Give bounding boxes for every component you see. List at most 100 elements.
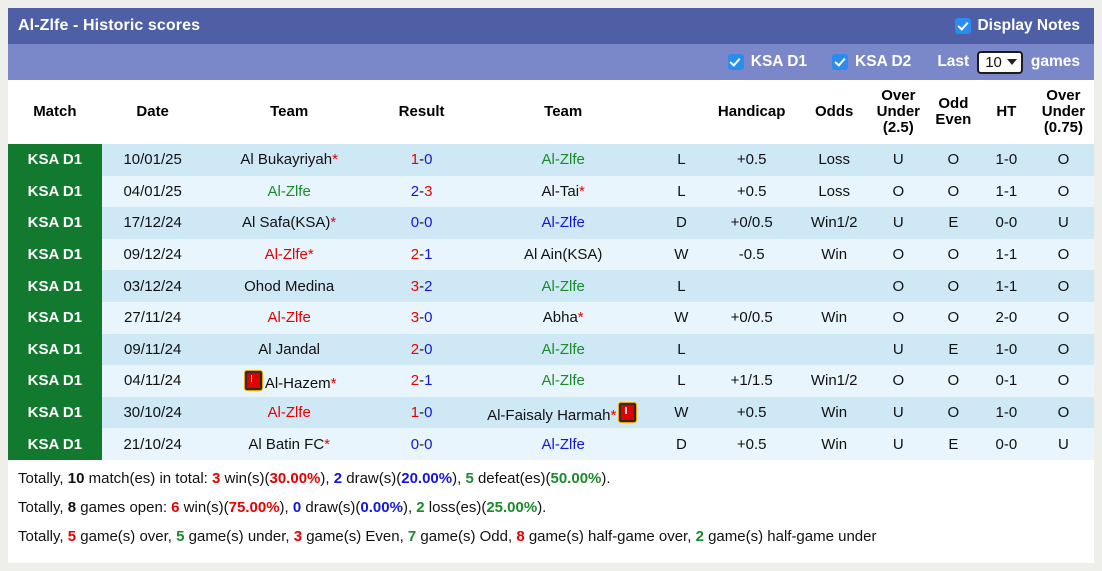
team-name[interactable]: Al-Zlfe [267, 309, 310, 326]
league-badge[interactable]: KSA D1 [8, 207, 102, 239]
home-team-cell[interactable]: Al-Zlfe [203, 175, 375, 208]
team-name[interactable]: Al-Zlfe [267, 183, 310, 200]
column-header-team-away[interactable]: Team [468, 80, 658, 144]
match-result[interactable]: 2-3 [374, 175, 469, 208]
column-header-date[interactable]: Date [101, 80, 204, 144]
table-row[interactable]: KSA D1 30/10/24 Al-Zlfe 1-0 Al-Faisaly Harma… [8, 396, 1094, 429]
home-team-cell[interactable]: Al Jandal [203, 333, 375, 366]
table-row[interactable]: KSA D1 03/12/24 Ohod Medina 3-2 Al-Zlfe L O O 1-… [8, 270, 1094, 302]
outcome-indicator: L [657, 333, 705, 366]
outcome-indicator: D [657, 428, 705, 460]
home-team-cell[interactable]: Al Safa(KSA)* [203, 207, 375, 239]
display-notes-checkbox[interactable] [956, 19, 971, 33]
column-header-handicap[interactable]: Handicap [704, 80, 799, 144]
handicap-value: +1/1.5 [704, 365, 799, 397]
odd-even-value: O [926, 175, 980, 208]
table-row[interactable]: KSA D1 21/10/24 Al Batin FC* 0-0 Al-Zlfe D +0.… [8, 428, 1094, 460]
summary-fragment: match(es) in total: [84, 469, 212, 487]
column-header-result[interactable]: Result [374, 80, 469, 144]
away-score: 0 [424, 404, 433, 422]
table-row[interactable]: KSA D1 04/11/24 Al-Hazem* 2-1 Al-Zlfe L +1/1.5… [8, 365, 1094, 397]
league-badge[interactable]: KSA D1 [8, 175, 102, 208]
home-team-cell[interactable]: Al Bukayriyah* [203, 144, 375, 176]
league-badge[interactable]: KSA D1 [8, 238, 102, 271]
column-header-odds[interactable]: Odds [798, 80, 870, 144]
team-name[interactable]: Al-Zlfe [542, 436, 585, 453]
summary-fragment: 6 [171, 498, 180, 516]
league-badge[interactable]: KSA D1 [8, 428, 102, 460]
away-team-cell[interactable]: Al-Zlfe [468, 207, 658, 239]
column-header-team-home[interactable]: Team [203, 80, 375, 144]
column-header-odd-even[interactable]: Odd Even [926, 80, 980, 144]
away-team-cell[interactable]: Abha* [468, 301, 658, 334]
away-team-cell[interactable]: Al-Faisaly Harmah* [468, 396, 658, 429]
filter-checkbox-ksa-d2[interactable] [833, 55, 848, 69]
team-name[interactable]: Al Batin FC* [248, 436, 330, 453]
odds-result: Win [798, 238, 870, 271]
table-row[interactable]: KSA D1 17/12/24 Al Safa(KSA)* 0-0 Al-Zlfe D +0… [8, 207, 1094, 239]
team-name[interactable]: Al-Zlfe [542, 214, 585, 231]
table-row[interactable]: KSA D1 10/01/25 Al Bukayriyah* 1-0 Al-Zlfe L +… [8, 144, 1094, 176]
team-name[interactable]: Al-Tai* [542, 183, 585, 200]
team-name[interactable]: Al-Zlfe [267, 404, 310, 421]
league-badge[interactable]: KSA D1 [8, 270, 102, 302]
summary-fragment: 20.00% [401, 469, 453, 487]
team-name[interactable]: Al Ain(KSA) [524, 246, 602, 263]
home-team-cell[interactable]: Al-Zlfe* [203, 238, 375, 271]
match-result[interactable]: 2-0 [374, 333, 469, 366]
away-team-cell[interactable]: Al-Zlfe [468, 365, 658, 397]
team-name[interactable]: Al Jandal [258, 341, 320, 358]
match-result[interactable]: 2-1 [374, 238, 469, 271]
team-name[interactable]: Abha* [543, 309, 584, 326]
team-name[interactable]: Al-Zlfe [542, 341, 585, 358]
summary-fragment: 0.00% [360, 498, 403, 516]
match-date: 21/10/24 [101, 428, 204, 460]
team-name[interactable]: Al-Zlfe [542, 278, 585, 295]
team-name[interactable]: Al-Faisaly Harmah* [487, 402, 639, 424]
column-header-match[interactable]: Match [8, 80, 102, 144]
away-team-cell[interactable]: Al-Zlfe [468, 270, 658, 302]
away-team-cell[interactable]: Al-Zlfe [468, 144, 658, 176]
team-name[interactable]: Al-Hazem* [242, 370, 337, 392]
away-team-cell[interactable]: Al-Tai* [468, 175, 658, 208]
league-badge[interactable]: KSA D1 [8, 365, 102, 397]
league-badge[interactable]: KSA D1 [8, 144, 102, 176]
table-row[interactable]: KSA D1 09/11/24 Al Jandal 2-0 Al-Zlfe L U E 1-0 O [8, 333, 1094, 366]
match-result[interactable]: 3-2 [374, 270, 469, 302]
filter-checkbox-ksa-d1[interactable] [728, 55, 743, 69]
column-header-ht[interactable]: HT [979, 80, 1033, 144]
team-name[interactable]: Ohod Medina [244, 278, 334, 295]
table-row[interactable]: KSA D1 04/01/25 Al-Zlfe 2-3 Al-Tai* L +0.5 Loss… [8, 175, 1094, 208]
away-team-cell[interactable]: Al-Zlfe [468, 333, 658, 366]
column-header-over-under-075[interactable]: Over Under (0.75) [1032, 80, 1094, 144]
games-count-select[interactable]: 10 [977, 50, 1023, 74]
home-score: 3 [410, 309, 420, 327]
match-result[interactable]: 2-1 [374, 365, 469, 397]
home-marker-asterisk: * [610, 406, 617, 424]
match-result[interactable]: 1-0 [374, 144, 469, 176]
match-result[interactable]: 0-0 [374, 428, 469, 460]
home-team-cell[interactable]: Al Batin FC* [203, 428, 375, 460]
match-result[interactable]: 1-0 [374, 396, 469, 429]
match-result[interactable]: 0-0 [374, 207, 469, 239]
league-badge[interactable]: KSA D1 [8, 301, 102, 334]
league-badge[interactable]: KSA D1 [8, 333, 102, 366]
oddeven-line1: Odd [938, 94, 969, 112]
away-team-cell[interactable]: Al Ain(KSA) [468, 238, 658, 271]
oddeven-line2: Even [935, 111, 972, 128]
league-badge[interactable]: KSA D1 [8, 396, 102, 429]
table-row[interactable]: KSA D1 09/12/24 Al-Zlfe* 2-1 Al Ain(KSA) W -0.… [8, 238, 1094, 271]
away-team-cell[interactable]: Al-Zlfe [468, 428, 658, 460]
home-team-cell[interactable]: Ohod Medina [203, 270, 375, 302]
team-name[interactable]: Al-Zlfe [542, 372, 585, 389]
team-name[interactable]: Al-Zlfe* [265, 246, 314, 263]
team-name[interactable]: Al-Zlfe [542, 151, 585, 168]
team-name[interactable]: Al Safa(KSA)* [242, 214, 336, 231]
table-row[interactable]: KSA D1 27/11/24 Al-Zlfe 3-0 Abha* W +0/0.5 Win O… [8, 301, 1094, 334]
home-team-cell[interactable]: Al-Zlfe [203, 396, 375, 429]
home-team-cell[interactable]: Al-Zlfe [203, 301, 375, 334]
column-header-over-under-25[interactable]: Over Under (2.5) [869, 80, 927, 144]
home-team-cell[interactable]: Al-Hazem* [203, 365, 375, 397]
team-name[interactable]: Al Bukayriyah* [240, 151, 338, 168]
match-result[interactable]: 3-0 [374, 301, 469, 334]
